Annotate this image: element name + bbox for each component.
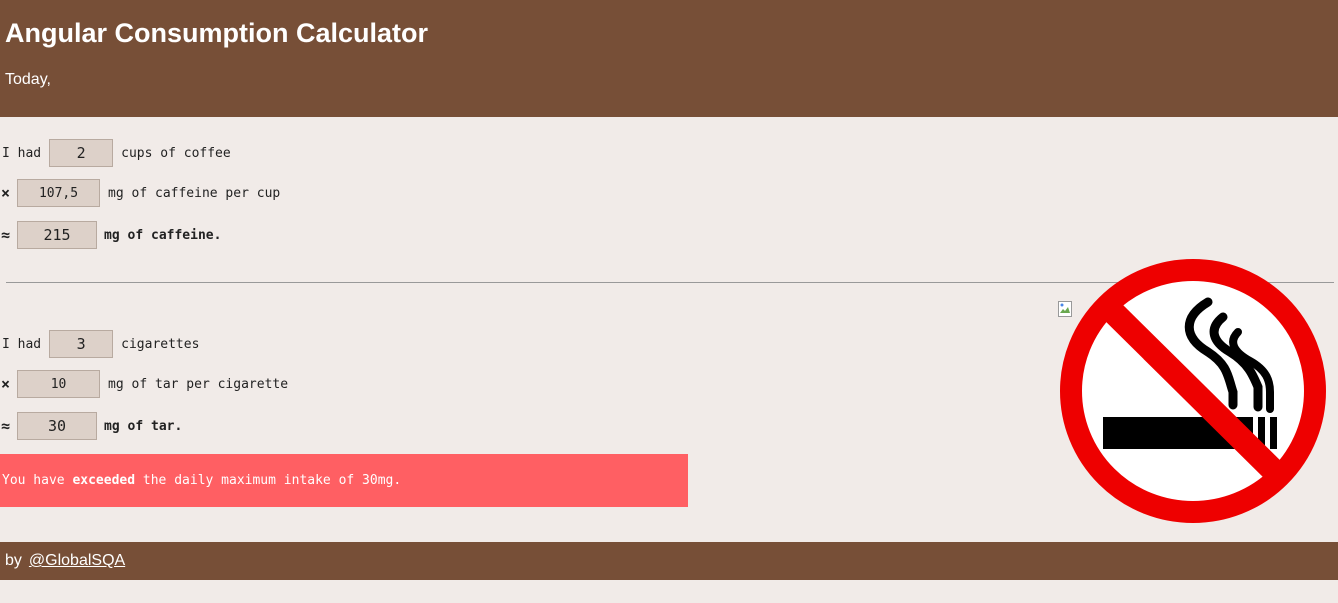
caffeine-per-cup-input[interactable]: 107,5 <box>17 179 101 207</box>
alert-text-emphasis: exceeded <box>72 473 136 488</box>
footer-by: by <box>5 552 22 569</box>
coffee-caffeine-row: × 107,5 mg of caffeine per cup <box>0 178 280 208</box>
page-footer: by @GlobalSQA <box>0 542 1338 580</box>
tar-per-cigarette-label: mg of tar per cigarette <box>108 376 289 392</box>
intake-warning-alert: You have exceeded the daily maximum inta… <box>0 454 688 507</box>
tar-total-row: ≈ 30 mg of tar. <box>0 411 182 441</box>
page-title: Angular Consumption Calculator <box>5 18 429 48</box>
times-symbol: × <box>1 184 11 202</box>
approx-symbol: ≈ <box>1 417 11 435</box>
globalsqa-link[interactable]: @GlobalSQA <box>29 552 125 570</box>
tar-total-label: mg of tar. <box>104 418 183 434</box>
times-symbol: × <box>1 375 11 393</box>
coffee-total-row: ≈ 215 mg of caffeine. <box>0 220 221 250</box>
caffeine-per-cup-label: mg of caffeine per cup <box>108 185 281 201</box>
approx-symbol: ≈ <box>1 226 11 244</box>
page-subtitle: Today, <box>5 71 51 88</box>
caffeine-total-label: mg of caffeine. <box>104 227 222 243</box>
coffee-cups-label: cups of coffee <box>121 145 231 161</box>
cigarette-count-row: I had 3 cigarettes <box>0 329 199 359</box>
page-header: Angular Consumption Calculator Today, <box>0 0 1338 117</box>
coffee-cups-input[interactable]: 2 <box>49 139 114 167</box>
cigarette-count-input[interactable]: 3 <box>49 330 114 358</box>
tar-total-output: 30 <box>17 412 98 440</box>
cigarette-count-label: cigarettes <box>121 336 200 352</box>
coffee-cups-row: I had 2 cups of coffee <box>0 138 231 168</box>
tar-per-cigarette-row: × 10 mg of tar per cigarette <box>0 369 288 399</box>
tar-per-cigarette-input[interactable]: 10 <box>17 370 101 398</box>
no-smoking-icon <box>1060 259 1326 523</box>
coffee-prefix: I had <box>2 145 42 161</box>
alert-text-post: the daily maximum intake of 30mg. <box>135 473 402 488</box>
cigarette-prefix: I had <box>2 336 42 352</box>
alert-text-pre: You have <box>2 473 73 488</box>
caffeine-total-output: 215 <box>17 221 98 249</box>
